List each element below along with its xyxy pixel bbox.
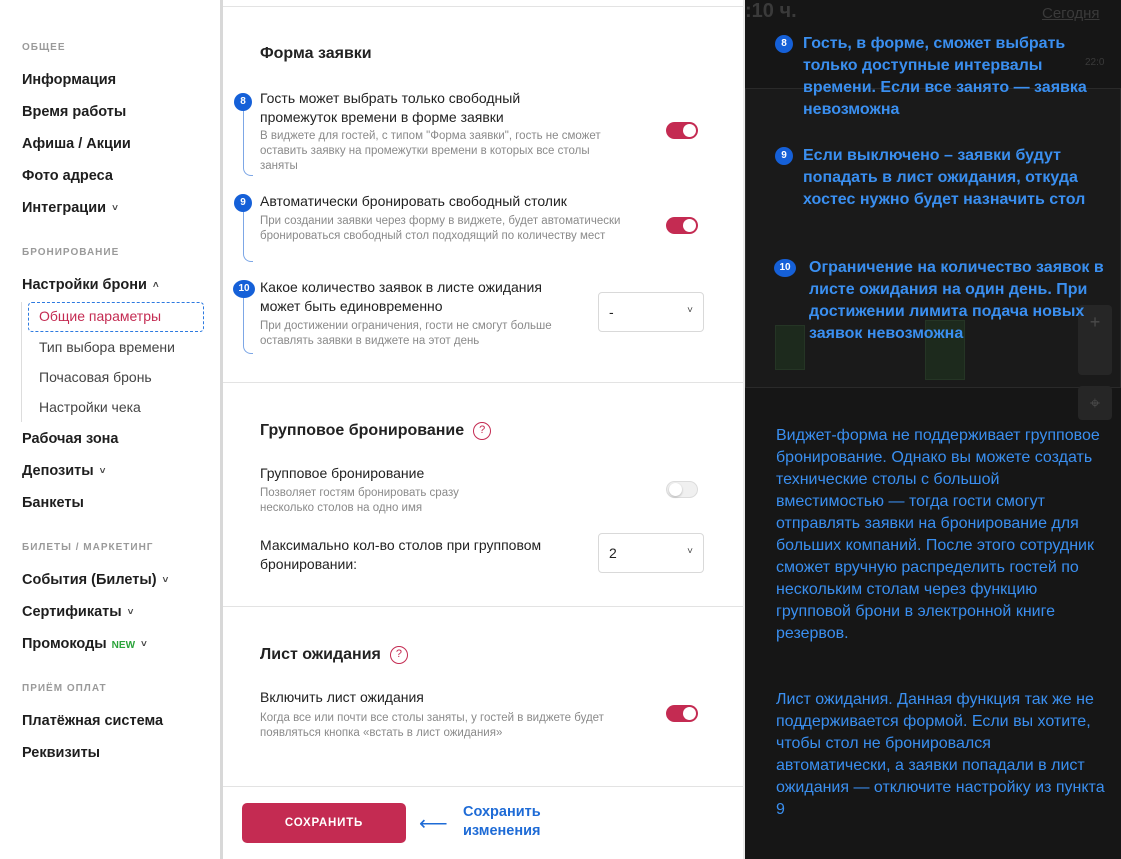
sidebar-subitem-time-selection[interactable]: Тип выбора времени — [22, 332, 220, 362]
sidebar-item-requisites[interactable]: Реквизиты — [0, 742, 220, 774]
save-bar: СОХРАНИТЬ ⟵ Сохранить изменения — [223, 786, 743, 859]
annotation-badge-8: 8 — [234, 93, 252, 111]
section-title-request-form: Форма заявки — [260, 45, 372, 62]
ghost-time: :10 ч. — [745, 0, 797, 22]
option-auto-book-label: Автоматически бронировать свободный стол… — [260, 193, 567, 209]
section-title-group-booking: Групповое бронирование ? — [260, 422, 492, 440]
section-title-waitlist: Лист ожидания ? — [260, 646, 408, 664]
sidebar-item-events-promos[interactable]: Афиша / Акции — [0, 133, 220, 165]
max-tables-select[interactable]: 2 ˅ — [598, 533, 704, 573]
new-badge: NEW — [111, 640, 136, 651]
sidebar-item-payment-system[interactable]: Платёжная система — [0, 710, 220, 742]
sidebar-item-ticket-events[interactable]: События (Билеты) ˅ — [0, 569, 220, 601]
toggle-group-booking[interactable] — [666, 481, 698, 498]
sidebar-item-deposits[interactable]: Депозиты ˅ — [0, 460, 220, 492]
save-hint: Сохранить изменения — [463, 804, 541, 839]
ghost-today: Сегодня — [1042, 5, 1100, 22]
ghost-table — [775, 325, 805, 370]
locate-button[interactable]: ⌖ — [1078, 386, 1112, 420]
chevron-down-icon: ˅ — [687, 546, 693, 557]
annotation-text-10: Ограничение на количество заявок в листе… — [809, 259, 1104, 342]
toggle-waitlist[interactable] — [666, 705, 698, 722]
divider — [223, 382, 743, 383]
annotation-panel: :10 ч. Сегодня 22:0 + ⌖ 8 Гость, в форме… — [745, 0, 1121, 859]
section-title-general: ОБЩЕЕ — [22, 42, 66, 53]
booking-submenu: Общие параметры Тип выбора времени Почас… — [21, 302, 220, 422]
option-group-booking-label: Групповое бронирование — [260, 465, 425, 481]
note-waitlist: Лист ожидания. Данная функция так же не … — [776, 691, 1105, 818]
sidebar: ОБЩЕЕ Информация Время работы Афиша / Ак… — [0, 0, 220, 859]
section-title-booking: БРОНИРОВАНИЕ — [22, 247, 120, 258]
chevron-down-icon: ˅ — [141, 639, 147, 650]
option-waitlist-desc: Когда все или почти все столы заняты, у … — [260, 712, 604, 739]
option-max-tables-label: Максимально кол-во столов при групповом … — [260, 537, 542, 572]
sidebar-item-banquets[interactable]: Банкеты — [0, 492, 220, 524]
chevron-down-icon: ˅ — [687, 305, 693, 316]
annotation-badge-10: 10 — [774, 259, 796, 277]
toggle-free-interval[interactable] — [666, 122, 698, 139]
option-free-interval-desc: В виджете для гостей, с типом "Форма зая… — [260, 130, 601, 172]
option-waitlist-label: Включить лист ожидания — [260, 689, 424, 705]
sidebar-subitem-receipt-settings[interactable]: Настройки чека — [22, 392, 220, 422]
toggle-auto-book[interactable] — [666, 217, 698, 234]
select-value: 2 — [609, 545, 617, 561]
save-button[interactable]: СОХРАНИТЬ — [242, 803, 406, 843]
sidebar-item-info[interactable]: Информация — [0, 69, 220, 101]
option-group-booking-desc: Позволяет гостям бронировать сразу неско… — [260, 487, 459, 514]
help-icon[interactable]: ? — [473, 422, 492, 440]
option-free-interval-label: Гость может выбрать только свободный про… — [260, 90, 521, 125]
arrow-left-icon: ⟵ — [419, 813, 448, 835]
divider — [223, 6, 743, 7]
annotation-connector — [243, 205, 253, 262]
sidebar-subitem-general-params[interactable]: Общие параметры — [28, 302, 204, 332]
annotation-badge-9: 9 — [775, 147, 793, 165]
annotation-text-9: Если выключено – заявки будут попадать в… — [803, 147, 1086, 208]
chevron-up-icon: ˄ — [152, 280, 159, 291]
help-icon[interactable]: ? — [389, 646, 408, 664]
annotation-connector — [243, 104, 253, 176]
chevron-down-icon: ˅ — [112, 203, 118, 214]
chevron-down-icon: ˅ — [127, 607, 134, 618]
sidebar-subitem-hourly-booking[interactable]: Почасовая бронь — [22, 362, 220, 392]
section-title-payments: ПРИЁМ ОПЛАТ — [22, 683, 107, 694]
settings-panel: Форма заявки 8 Гость может выбрать тольк… — [223, 0, 743, 859]
option-waitlist-limit-label: Какое количество заявок в листе ожидания… — [260, 279, 542, 314]
sidebar-item-integrations[interactable]: Интеграции ˅ — [0, 197, 220, 229]
sidebar-item-working-hours[interactable]: Время работы — [0, 101, 220, 133]
sidebar-item-address-photo[interactable]: Фото адреса — [0, 165, 220, 197]
annotation-text-8: Гость, в форме, сможет выбрать только до… — [803, 35, 1087, 118]
chevron-down-icon: ˅ — [99, 466, 106, 477]
option-waitlist-limit-desc: При достижении ограничения, гости не смо… — [260, 320, 552, 347]
waitlist-limit-select[interactable]: - ˅ — [598, 292, 704, 332]
option-auto-book-desc: При создании заявки через форму в виджет… — [260, 215, 621, 242]
annotation-badge-10: 10 — [233, 280, 255, 298]
note-group-booking: Виджет-форма не поддерживает групповое б… — [776, 427, 1100, 642]
section-title-tickets: БИЛЕТЫ / МАРКЕТИНГ — [22, 542, 154, 553]
annotation-connector — [243, 292, 253, 354]
chevron-down-icon: ˅ — [162, 575, 169, 586]
sidebar-item-certificates[interactable]: Сертификаты ˅ — [0, 601, 220, 633]
sidebar-item-promocodes[interactable]: Промокоды NEW ˅ — [0, 633, 220, 665]
divider — [223, 606, 743, 607]
annotation-badge-9: 9 — [234, 194, 252, 212]
annotation-badge-8: 8 — [775, 35, 793, 53]
select-value: - — [609, 304, 614, 320]
sidebar-item-work-zone[interactable]: Рабочая зона — [0, 428, 220, 460]
